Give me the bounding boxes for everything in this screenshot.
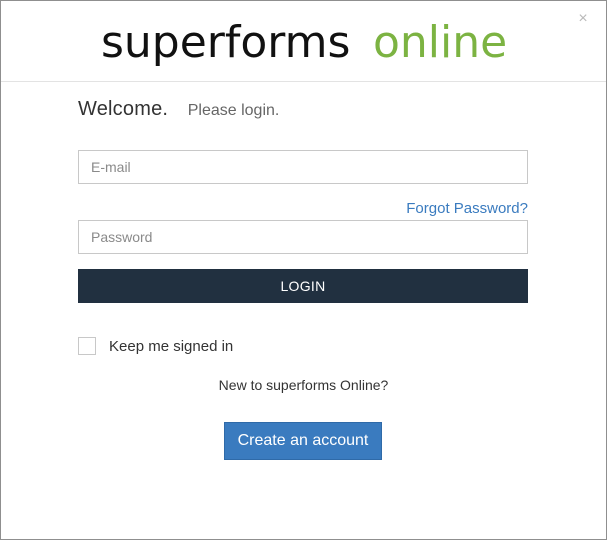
login-dialog: × superforms online Welcome. Please logi…: [0, 0, 607, 540]
welcome-heading: Welcome. Please login.: [78, 98, 279, 121]
login-button[interactable]: LOGIN: [78, 269, 528, 303]
logo-text-superforms: superforms: [101, 17, 350, 68]
signup-prompt: New to superforms Online?: [218, 377, 389, 393]
email-field[interactable]: [78, 150, 528, 184]
welcome-subtitle: Please login.: [187, 102, 280, 119]
welcome-title: Welcome.: [78, 98, 169, 120]
forgot-password-link[interactable]: Forgot Password?: [406, 200, 528, 217]
dialog-header: superforms online: [1, 1, 606, 82]
keep-signed-in-checkbox[interactable]: [78, 337, 96, 355]
logo-text-online: online: [373, 17, 507, 68]
password-field[interactable]: [78, 220, 528, 254]
create-account-button[interactable]: Create an account: [224, 422, 382, 460]
keep-signed-in-label[interactable]: Keep me signed in: [109, 338, 233, 355]
keep-signed-in-row: Keep me signed in: [78, 337, 233, 355]
brand-logo: superforms online: [101, 17, 507, 68]
